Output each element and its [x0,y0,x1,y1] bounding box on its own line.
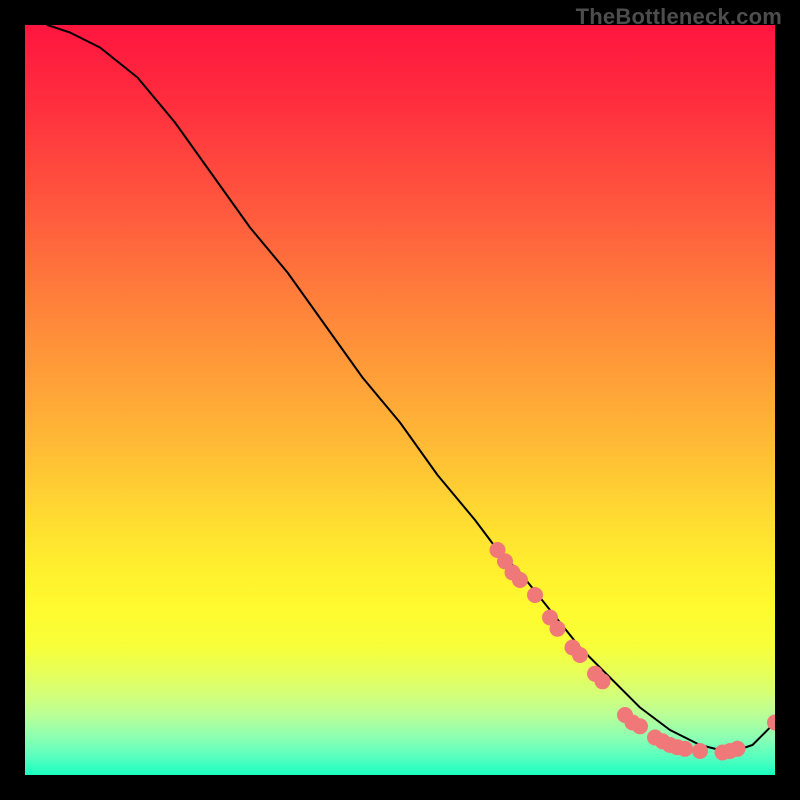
plot-area [25,25,775,775]
chart-frame: TheBottleneck.com [0,0,800,800]
attribution-label: TheBottleneck.com [576,4,782,30]
